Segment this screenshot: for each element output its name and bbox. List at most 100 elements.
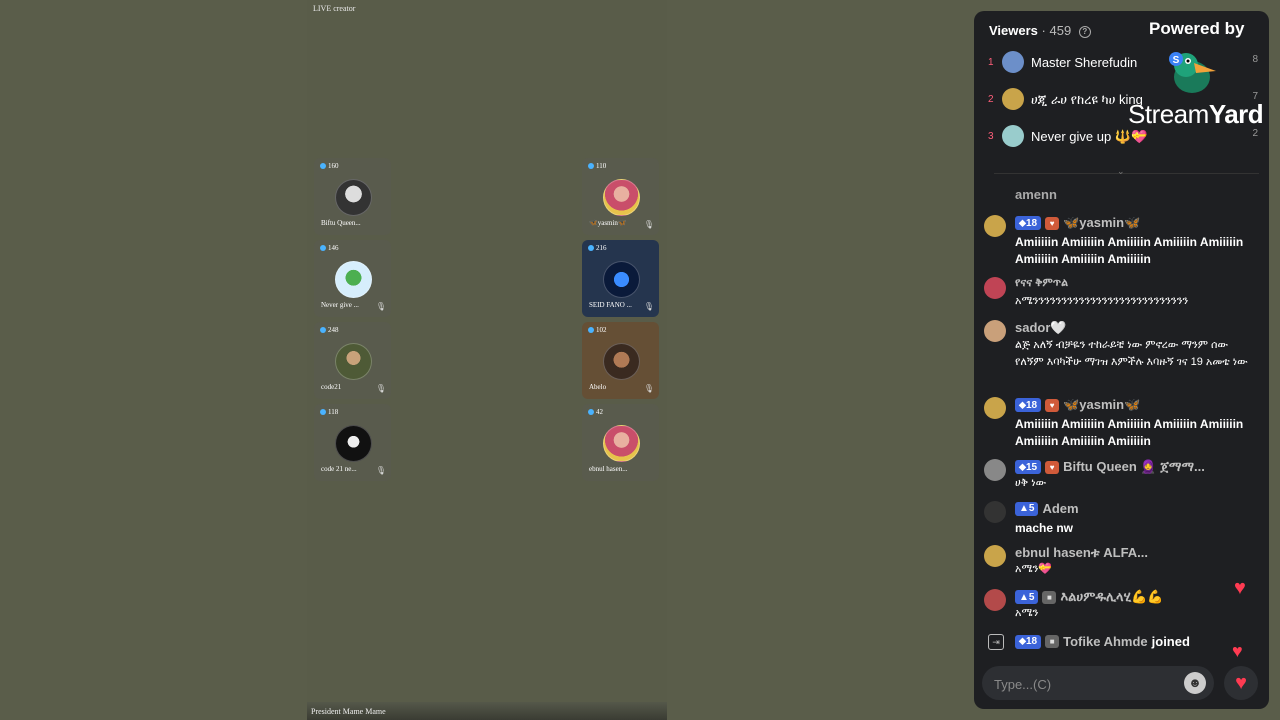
top-viewer-row[interactable]: 3 Never give up 🔱💝 2 [988,125,1258,151]
guest-tile[interactable]: 118 code 21 ne... 🎙 [314,404,391,481]
avatar [1002,125,1024,147]
live-creator-label: LIVE creator [313,4,356,13]
chat-input[interactable] [992,673,1176,695]
guest-count: 216 [596,244,607,252]
avatar [603,261,640,298]
guest-tile[interactable]: 160 Biftu Queen... [314,158,391,235]
top-viewer-row[interactable]: 2 ሀጂ ራሀ የከረዩ ካሀ king 7 [988,88,1258,114]
message-user: ebnul hasenቱ ALFA... [1015,545,1149,560]
guest-name: Abelo [589,383,607,391]
message-user: የናና ቅምጥል [1015,277,1069,289]
guest-count: 110 [596,162,607,170]
avatar[interactable] [984,277,1006,299]
triangle-icon: ▲ [1019,591,1029,603]
guest-count: 102 [596,326,607,334]
diamond-icon [320,245,326,251]
viewer-name: ሀጂ ራሀ የከረዩ ካሀ king [1031,92,1143,107]
guest-count: 118 [328,408,339,416]
avatar [335,179,372,216]
chat-message: ⬥ 18 ♥ 🦋yasmin🦋 Amiiiiin Amiiiiin Amiiiii… [984,215,1259,271]
diamond-icon: ⬥ [1019,217,1026,229]
triangle-icon: ▲ [1019,503,1029,514]
viewer-name: Master Sherefudin [1031,55,1138,70]
guest-tile[interactable]: 216 SEID FANO ... 🎙 [582,240,659,317]
avatar[interactable] [984,215,1006,237]
message-text: አሜንንንንንንንንንንንንንንንንንንንንንንንንንንን [1015,295,1189,307]
message-user: ▲ 5 Adem [1015,501,1079,516]
avatar [603,343,640,380]
heart-badge-icon: ♥ [1045,216,1060,230]
level-badge: ⬥ 18 [1015,216,1042,230]
guest-tile[interactable]: 110 🦋yasmin🦋 🎙 [582,158,659,235]
guest-name: ebnul hasen... [589,465,628,473]
message-user: ⬥ 18 ♥ 🦋yasmin🦋 [1015,397,1140,413]
join-icon: ⇥ [988,634,1004,650]
heart-badge-icon: ♥ [1045,460,1060,474]
message-user: ⬥ 18 ■ Tofike Ahmde joined [1015,634,1190,649]
guest-count: 146 [328,244,339,252]
level-badge: ⬥ 18 [1015,634,1042,649]
mic-muted-icon: 🎙 [375,466,386,475]
mic-muted-icon: 🎙 [375,384,386,393]
heart-badge-icon: ♥ [1045,398,1060,412]
message-user: ⬥ 15 ♥ Biftu Queen 🧕 ጀማማ... [1015,459,1205,475]
chat-message: የናና ቅምጥል አሜንንንንንንንንንንንንንንንንንንንንንንንንንንን [984,277,1259,317]
avatar[interactable] [984,589,1006,611]
message-text: ሀቅ ነው [1015,477,1047,489]
avatar[interactable] [984,397,1006,419]
mic-muted-icon: 🎙 [643,220,654,229]
message-text: አሜን💝 [1015,563,1053,575]
chat-input-box[interactable]: ☻ [982,666,1214,700]
diamond-icon [320,327,326,333]
message-text: አሜን [1015,607,1039,619]
diamond-icon [588,327,594,333]
guest-name: code21 [321,383,342,391]
diamond-icon [320,163,326,169]
chat-message: ⬥ 15 ♥ Biftu Queen 🧕 ጀማማ... ሀቅ ነው [984,459,1259,495]
guest-name: code 21 ne... [321,465,357,473]
chat-message: sador🤍 ልጅ አለኝ ብቻዬን ተከራይቼ ነው ምኖረው ማንም ሰው … [984,320,1259,380]
avatar[interactable] [984,545,1006,567]
guest-tile[interactable]: 102 Abelo 🎙 [582,322,659,399]
chat-message: ▲ 5 Adem mache nw [984,501,1259,537]
viewers-label: Viewers [989,23,1038,38]
chevron-down-icon[interactable]: ⌄ [1117,166,1125,177]
viewer-name: Never give up 🔱💝 [1031,129,1148,144]
guest-name: Biftu Queen... [321,219,361,227]
heart-icon: ♥ [1232,641,1243,661]
diamond-icon: ⬥ [1019,461,1026,473]
guest-count: 160 [328,162,339,170]
avatar[interactable] [984,501,1006,523]
diamond-icon [588,409,594,415]
chat-message: ▲ 5 ■ እልሀምዱሊላሂ💪💪 አሜን [984,589,1259,625]
guest-tile[interactable]: 248 code21 🎙 [314,322,391,399]
level-badge: ▲ 5 [1015,590,1039,604]
message-user: ⬥ 18 ♥ 🦋yasmin🦋 [1015,215,1140,231]
avatar [335,425,372,462]
message-text: mache nw [1015,521,1074,535]
like-heart-button[interactable]: ♥ [1224,666,1258,700]
message-user: sador🤍 [1015,320,1067,335]
diamond-icon [588,245,594,251]
avatar[interactable] [984,320,1006,342]
diamond-icon [320,409,326,415]
guest-tile[interactable]: 42 ebnul hasen... [582,404,659,481]
viewers-header[interactable]: Viewers · 459 ? [989,23,1091,38]
top-viewer-row[interactable]: 1 Master Sherefudin 8 [988,51,1258,77]
avatar [603,179,640,216]
level-badge: ⬥ 15 [1015,460,1042,474]
viewer-score: 8 [1252,54,1258,65]
emoji-icon[interactable]: ☻ [1184,672,1206,694]
avatar [603,425,640,462]
guest-name: Never give ... [321,301,359,309]
guest-tile[interactable]: 146 Never give ... 🎙 [314,240,391,317]
mic-muted-icon: 🎙 [643,384,654,393]
avatar [335,261,372,298]
viewer-rank: 2 [988,94,994,105]
level-badge: ⬥ 18 [1015,398,1042,412]
viewer-score: 7 [1252,91,1258,102]
avatar[interactable] [984,459,1006,481]
info-icon[interactable]: ? [1078,25,1091,38]
message-text: Amiiiiin Amiiiiin Amiiiiin Amiiiiin Amii… [1015,235,1244,266]
guest-count: 248 [328,326,339,334]
